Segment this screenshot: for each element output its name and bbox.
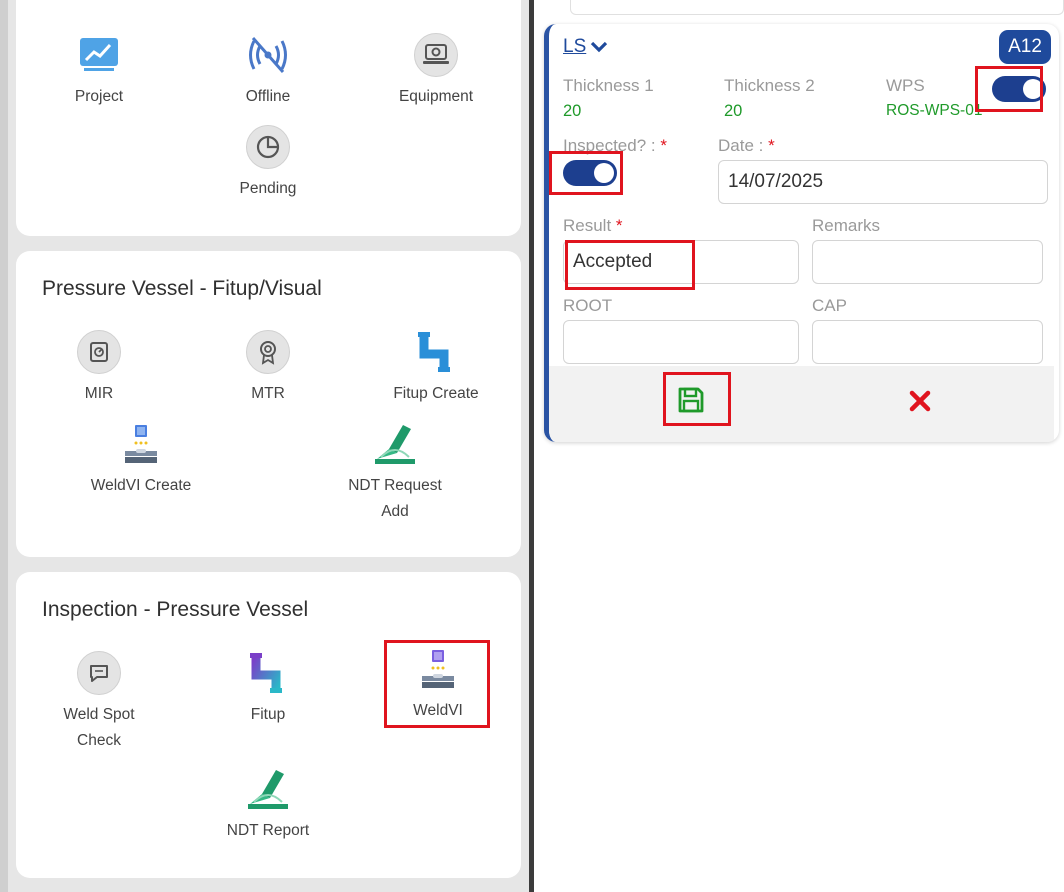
panel-edge (0, 0, 8, 892)
label-line: Check (77, 732, 121, 749)
date-label-text: Date : (718, 136, 764, 155)
weld-icon (118, 421, 164, 467)
cancel-button[interactable] (905, 386, 935, 416)
tile-weldvi-create-label: WeldVI Create (90, 477, 192, 494)
ndt-icon (372, 421, 418, 467)
tile-equipment-label: Equipment (398, 88, 474, 105)
offline-signal-icon (245, 32, 291, 78)
thickness2-label: Thickness 2 (724, 76, 815, 95)
pipe-icon (245, 650, 291, 696)
previous-field (570, 0, 1064, 15)
result-label: Result * (563, 216, 623, 236)
action-bar (549, 366, 1054, 442)
inspection-form-panel: LS A12 Thickness 1 20 Thickness 2 20 WPS… (534, 0, 1064, 892)
result-label-text: Result (563, 216, 612, 235)
ndt-icon (245, 766, 291, 812)
required-mark: * (615, 216, 623, 235)
tile-ndt-report[interactable]: NDT Report (203, 766, 333, 844)
tile-offline-label: Offline (245, 88, 291, 105)
badge-certificate-icon (245, 329, 291, 375)
date-field[interactable]: 14/07/2025 (718, 160, 1048, 204)
tile-ndt-report-label: NDT Report (226, 822, 310, 839)
menu-panel: Project Offline Equipment Pending Pressu… (0, 0, 534, 892)
tile-pending[interactable]: Pending (203, 124, 333, 202)
ls-link: LS (563, 36, 587, 57)
pie-chart-icon (245, 124, 291, 170)
tile-project-label: Project (74, 88, 124, 105)
tile-ndt-request-add-label: NDT Request Add (330, 473, 460, 525)
pipe-icon (413, 329, 459, 375)
close-icon (909, 390, 931, 412)
remarks-field[interactable] (812, 240, 1043, 284)
laptop-gear-icon (413, 32, 459, 78)
tile-weldvi-create[interactable]: WeldVI Create (76, 421, 206, 499)
thickness1-value: 20 (563, 102, 582, 120)
tile-weld-spot-check[interactable]: Weld Spot Check (34, 650, 164, 754)
tile-weld-spot-check-label: Weld Spot Check (34, 702, 164, 754)
section-title: Inspection - Pressure Vessel (42, 598, 309, 621)
date-label: Date : * (718, 136, 775, 156)
tile-fitup-create[interactable]: Fitup Create (371, 329, 501, 407)
chart-board-icon (76, 32, 122, 78)
tile-offline[interactable]: Offline (203, 32, 333, 110)
tile-fitup-create-label: Fitup Create (393, 385, 479, 402)
tile-ndt-request-add[interactable]: NDT Request Add (330, 421, 460, 525)
tile-pending-label: Pending (239, 180, 297, 197)
section-title: Pressure Vessel - Fitup/Visual (42, 277, 322, 300)
root-label: ROOT (563, 296, 613, 315)
label-line: Add (381, 503, 409, 520)
chat-bubble-icon (76, 650, 122, 696)
tile-mir-label: MIR (84, 385, 114, 402)
tile-mir[interactable]: MIR (34, 329, 164, 407)
root-field[interactable] (563, 320, 799, 364)
cap-field[interactable] (812, 320, 1043, 364)
highlight-wps-toggle (975, 66, 1043, 112)
tile-mtr[interactable]: MTR (203, 329, 333, 407)
highlight-save-button (663, 372, 731, 426)
thickness1-label: Thickness 1 (563, 76, 654, 95)
ls-dropdown[interactable]: LS (563, 36, 608, 58)
tile-mtr-label: MTR (251, 385, 285, 402)
meter-icon (76, 329, 122, 375)
highlight-inspected-toggle (549, 151, 623, 195)
tile-project[interactable]: Project (34, 32, 164, 110)
chevron-down-icon (591, 41, 608, 53)
tile-fitup[interactable]: Fitup (203, 650, 333, 728)
tile-fitup-label: Fitup (250, 706, 286, 723)
wps-label: WPS (886, 76, 925, 95)
thickness2-value: 20 (724, 102, 743, 120)
label-line: NDT Request (348, 477, 442, 494)
joint-badge: A12 (999, 30, 1051, 64)
required-mark: * (660, 136, 667, 155)
fitup-visual-card: Pressure Vessel - Fitup/Visual MIR MTR F… (16, 251, 521, 557)
remarks-label: Remarks (812, 216, 881, 235)
cap-label: CAP (812, 296, 847, 315)
highlight-weldvi (384, 640, 490, 728)
label-line: Weld Spot (63, 706, 135, 723)
required-mark: * (768, 136, 775, 155)
wps-value: ROS-WPS-01 (886, 102, 983, 119)
highlight-result-field (565, 240, 695, 290)
tile-equipment[interactable]: Equipment (371, 32, 501, 110)
general-menu-card: Project Offline Equipment Pending (16, 0, 521, 236)
